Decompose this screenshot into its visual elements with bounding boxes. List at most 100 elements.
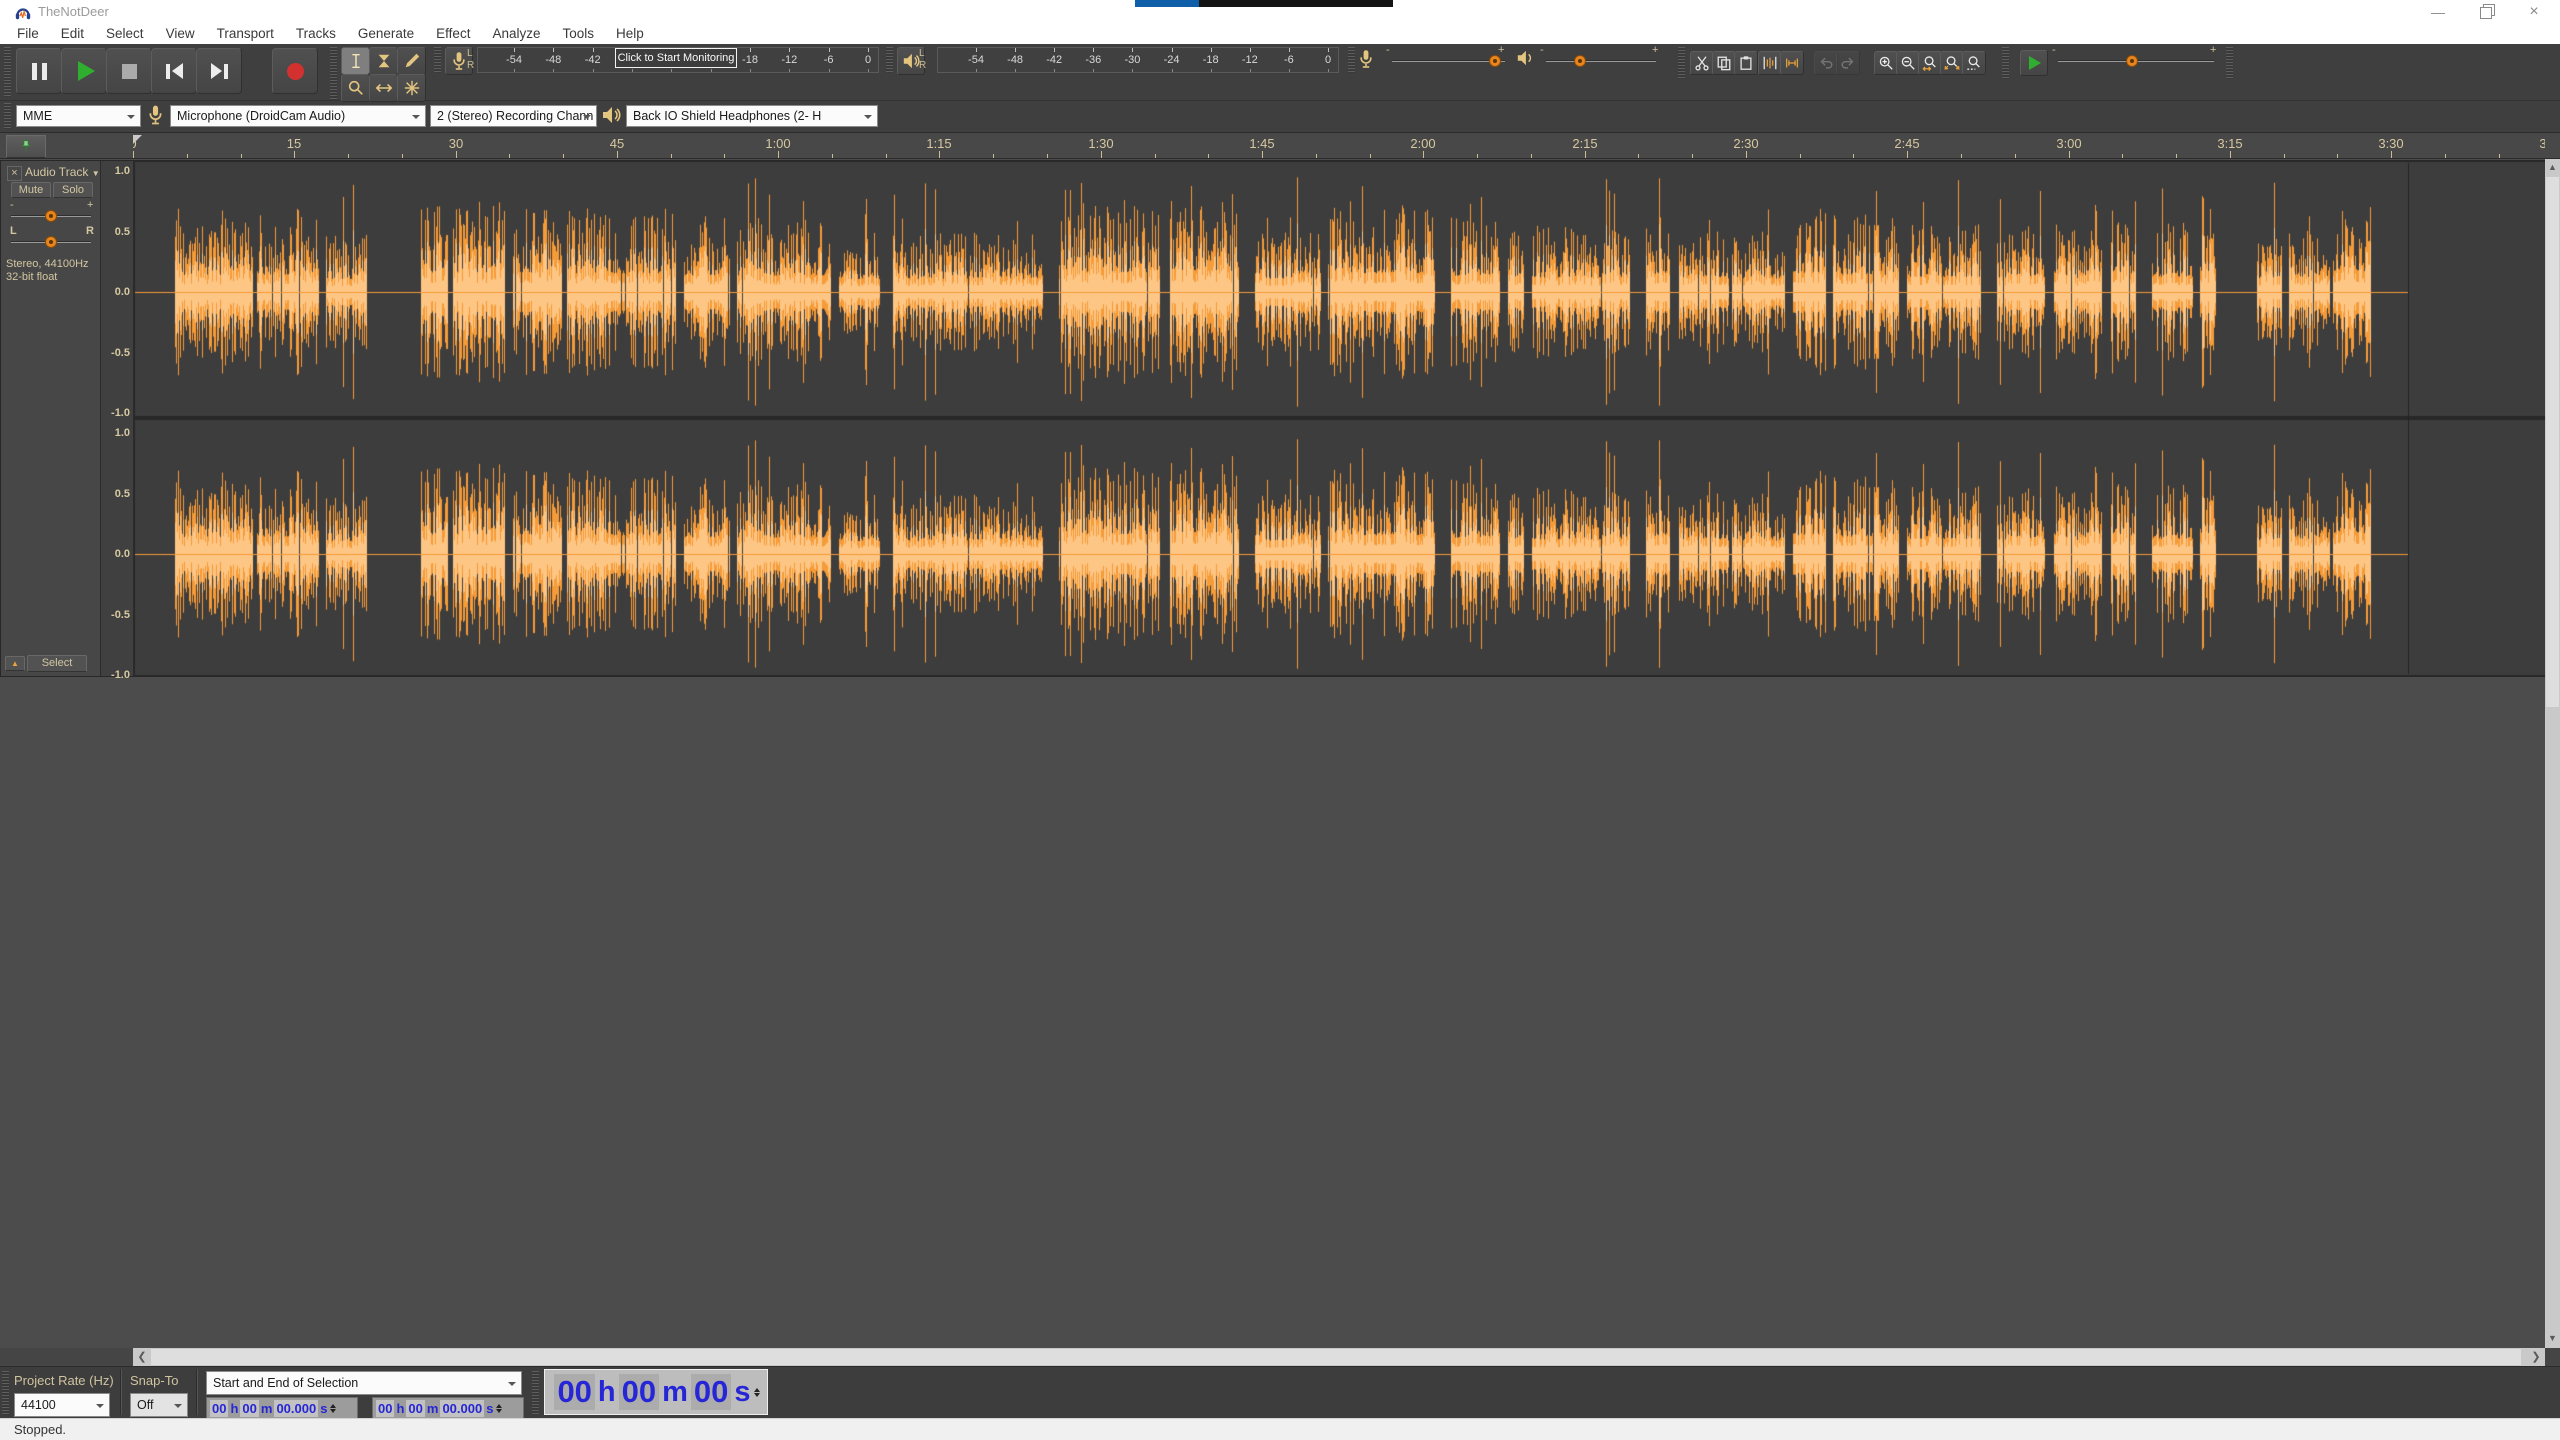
time-digit-group[interactable]: 00.000 [274, 1400, 318, 1417]
time-digit-group[interactable]: 00 [406, 1400, 424, 1417]
playback-meter[interactable]: -54-48-42-36-30-24-18-12-60 [937, 47, 1339, 73]
zoom-out-button[interactable] [1896, 51, 1920, 75]
silence-selection-button[interactable] [1780, 51, 1804, 75]
play-speed-slider[interactable] [2058, 54, 2214, 68]
scroll-right-arrow[interactable]: ❯ [2527, 1348, 2545, 1366]
menu-help[interactable]: Help [605, 24, 655, 44]
timeline-ruler[interactable]: 01530451:001:151:301:452:002:152:302:453… [133, 133, 2545, 158]
selection-end-field[interactable]: 00h00m00.000s [372, 1397, 524, 1419]
selection-mode-combo[interactable]: Start and End of Selection [206, 1371, 522, 1395]
menu-select[interactable]: Select [95, 24, 155, 44]
audio-host-combo[interactable]: MME [16, 105, 141, 127]
scroll-left-arrow[interactable]: ❮ [133, 1348, 151, 1366]
menu-tracks[interactable]: Tracks [285, 24, 347, 44]
pan-slider[interactable] [11, 235, 91, 249]
collapse-track-button[interactable]: ▲ [5, 656, 25, 671]
project-rate-combo[interactable]: 44100 [14, 1393, 110, 1417]
scroll-down-arrow[interactable]: ▼ [2545, 1330, 2560, 1346]
track-close-button[interactable]: × [7, 166, 22, 181]
h-scrollbar-thumb[interactable] [151, 1349, 2521, 1365]
pan-knob[interactable] [45, 236, 57, 248]
play-button[interactable] [61, 48, 107, 94]
time-digit-group[interactable]: h [395, 1401, 405, 1416]
fit-project-button[interactable] [1940, 51, 1964, 75]
time-digit-group[interactable]: m [661, 1376, 689, 1409]
recording-volume-slider[interactable] [1392, 54, 1505, 68]
recording-device-combo[interactable]: Microphone (DroidCam Audio) [170, 105, 426, 127]
time-field-spinner[interactable] [496, 1401, 502, 1416]
waveform-canvas[interactable] [134, 161, 2546, 676]
menu-effect[interactable]: Effect [425, 24, 481, 44]
time-digit-group[interactable]: 00 [376, 1400, 394, 1417]
v-scrollbar-thumb[interactable] [2546, 177, 2559, 707]
time-digit-group[interactable]: h [229, 1401, 239, 1416]
multi-tool-button[interactable] [397, 74, 426, 102]
play-at-speed-button[interactable] [2020, 50, 2048, 76]
gain-slider[interactable] [11, 209, 91, 223]
time-digit-group[interactable]: m [426, 1401, 440, 1416]
menu-edit[interactable]: Edit [50, 24, 95, 44]
minimize-button[interactable]: — [2415, 0, 2461, 24]
cut-button[interactable] [1690, 51, 1714, 75]
play-speed-knob[interactable] [2126, 55, 2138, 67]
menu-analyze[interactable]: Analyze [481, 24, 551, 44]
time-digit-group[interactable]: 00 [691, 1374, 731, 1410]
snap-to-combo[interactable]: Off [130, 1393, 188, 1417]
skip-to-end-button[interactable] [196, 48, 242, 94]
recording-channels-combo[interactable]: 2 (Stereo) Recording Chann [430, 105, 597, 127]
tools-toolbar-grip[interactable] [330, 47, 337, 100]
time-digit-group[interactable]: s [485, 1401, 494, 1416]
time-digit-group[interactable]: 00 [619, 1374, 659, 1410]
time-field-spinner[interactable] [330, 1401, 336, 1416]
selection-tool-button[interactable] [341, 47, 370, 75]
mixer-toolbar-grip[interactable] [1348, 47, 1355, 73]
audio-position-display[interactable]: 00h00m00s [544, 1369, 768, 1415]
track-select-button[interactable]: Select [27, 655, 87, 672]
menu-generate[interactable]: Generate [347, 24, 425, 44]
playback-meter-grip[interactable] [886, 47, 893, 73]
track-title-menu[interactable]: Audio Track ▼ [25, 165, 100, 179]
time-digit-group[interactable]: 00 [210, 1400, 228, 1417]
selection-toolbar-grip[interactable] [2, 1371, 9, 1415]
envelope-tool-button[interactable] [369, 47, 398, 75]
pause-button[interactable] [16, 48, 62, 94]
menu-tools[interactable]: Tools [551, 24, 605, 44]
time-digit-group[interactable]: 00.000 [440, 1400, 484, 1417]
time-field-spinner[interactable] [754, 1385, 760, 1400]
selection-start-field[interactable]: 00h00m00.000s [206, 1397, 358, 1419]
edit-toolbar-grip[interactable] [1678, 47, 1685, 79]
menu-transport[interactable]: Transport [206, 24, 285, 44]
time-digit-group[interactable]: h [597, 1376, 617, 1409]
time-digit-group[interactable]: m [260, 1401, 274, 1416]
paste-button[interactable] [1734, 51, 1758, 75]
skip-to-start-button[interactable] [151, 48, 197, 94]
recording-meter-grip[interactable] [434, 47, 441, 73]
restore-button[interactable] [2463, 0, 2509, 24]
redo-button[interactable] [1836, 51, 1860, 75]
time-digit-group[interactable]: s [319, 1401, 328, 1416]
timeline-pin-button[interactable] [6, 135, 46, 158]
mute-button[interactable]: Mute [11, 182, 51, 198]
transport-toolbar-grip[interactable] [4, 47, 11, 97]
gain-knob[interactable] [45, 210, 57, 222]
play-at-speed-grip[interactable] [2002, 47, 2009, 79]
menu-file[interactable]: File [6, 24, 50, 44]
solo-button[interactable]: Solo [53, 182, 93, 198]
draw-tool-button[interactable] [397, 47, 426, 75]
trim-outside-selection-button[interactable] [1758, 51, 1782, 75]
zoom-in-button[interactable] [1874, 51, 1898, 75]
dock-end-grip[interactable] [2226, 47, 2233, 79]
record-button[interactable] [272, 48, 318, 94]
device-toolbar-grip[interactable] [4, 103, 11, 129]
copy-button[interactable] [1712, 51, 1736, 75]
playback-volume-knob[interactable] [1574, 55, 1586, 67]
vertical-scale-ruler[interactable]: 1.00.50.0-0.5-1.01.00.50.0-0.5-1.0 [101, 161, 134, 676]
time-digit-group[interactable]: s [733, 1376, 751, 1409]
time-shift-tool-button[interactable] [369, 74, 398, 102]
zoom-tool-button[interactable] [341, 74, 370, 102]
scroll-up-arrow[interactable]: ▲ [2545, 159, 2560, 175]
undo-button[interactable] [1814, 51, 1838, 75]
time-digit-group[interactable]: 00 [554, 1374, 594, 1410]
close-button[interactable]: × [2511, 0, 2557, 24]
stop-button[interactable] [106, 48, 152, 94]
